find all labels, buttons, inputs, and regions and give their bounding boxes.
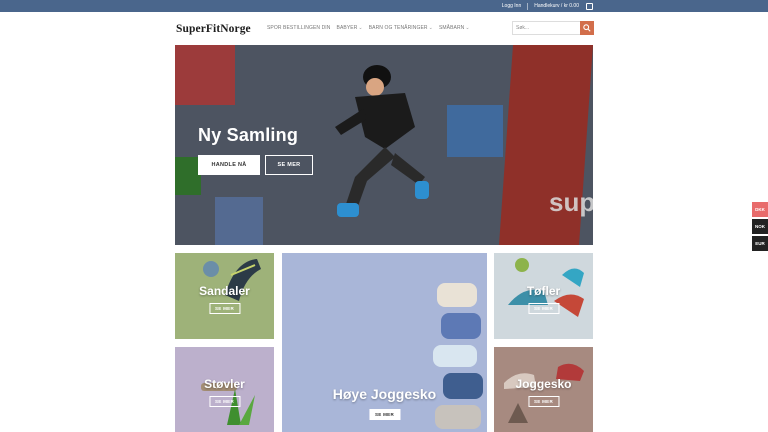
shoe-stack-image (433, 283, 483, 429)
decor-shape (175, 45, 235, 105)
tile-title: Joggesko (515, 377, 572, 391)
nav-label: BARN OG TENÅRINGER (368, 25, 428, 31)
decor-shape (447, 105, 503, 157)
category-tile-hoye-joggesko[interactable]: Høye Joggesko SE MER (282, 253, 487, 432)
see-more-button[interactable]: SE MER (265, 155, 313, 175)
tile-title: Høye Joggesko (332, 386, 437, 402)
currency-dkk[interactable]: DKK (752, 202, 768, 217)
hero-title: Ny Samling (198, 125, 299, 145)
search-button[interactable] (580, 21, 594, 35)
category-tile-sandaler[interactable]: Sandaler SE MER (175, 253, 274, 339)
nav-item-babies[interactable]: BABYER ⌄ (337, 25, 363, 31)
nav-item-toddlers[interactable]: SMÅBARN ⌄ (439, 25, 470, 31)
chevron-down-icon: ⌄ (428, 25, 433, 31)
tile-title: Sandaler (199, 284, 250, 298)
nav-label: SPOR BESTILLINGEN DIN (267, 25, 331, 31)
header: SuperFitNorge SPOR BESTILLINGEN DIN BABY… (175, 12, 594, 46)
category-tile-joggesko[interactable]: Joggesko SE MER (494, 347, 593, 432)
top-bar: Logg Inn Handlekurv / kr 0.00 (0, 0, 768, 12)
tile-title: Støvler (204, 377, 245, 391)
search-placeholder: Søk... (516, 25, 530, 31)
hero-kid-image (335, 65, 429, 217)
nav-label: BABYER (336, 25, 358, 31)
decor-shape (215, 197, 263, 245)
divider (527, 2, 529, 10)
currency-eur[interactable]: EUR (752, 236, 768, 251)
search-input[interactable]: Søk... (512, 21, 581, 35)
main-nav: SPOR BESTILLINGEN DIN BABYER ⌄ BARN OG TE… (267, 25, 470, 31)
see-more-button[interactable]: SE MER (208, 396, 241, 407)
sneaker-image (504, 363, 584, 423)
hero-banner: sup Ny Samling HANDLE NÅ SE MER (175, 45, 593, 245)
chevron-down-icon: ⌄ (465, 25, 470, 31)
nav-item-track-order[interactable]: SPOR BESTILLINGEN DIN (267, 25, 331, 31)
category-tile-stovler[interactable]: Støvler SE MER (175, 347, 274, 432)
category-tile-tofler[interactable]: Tøfler SE MER (494, 253, 593, 339)
chevron-down-icon: ⌄ (358, 25, 363, 31)
login-link[interactable]: Logg Inn (502, 3, 521, 9)
boot-image (201, 383, 255, 425)
see-more-button[interactable]: SE MER (527, 396, 560, 407)
tile-title: Tøfler (526, 284, 561, 298)
see-more-button[interactable]: SE MER (368, 409, 401, 420)
currency-nok[interactable]: NOK (752, 219, 768, 234)
brand-watermark: sup (549, 187, 593, 217)
site-logo[interactable]: SuperFitNorge (176, 23, 251, 35)
cart-icon[interactable] (586, 2, 593, 10)
see-more-button[interactable]: SE MER (208, 303, 241, 314)
see-more-button[interactable]: SE MER (527, 303, 560, 314)
nav-label: SMÅBARN (438, 25, 465, 31)
nav-item-kids-teens[interactable]: BARN OG TENÅRINGER ⌄ (369, 25, 433, 31)
shop-now-button[interactable]: HANDLE NÅ (198, 155, 260, 175)
top-links: Logg Inn Handlekurv / kr 0.00 (502, 0, 593, 12)
search-icon (583, 24, 591, 32)
cart-link[interactable]: Handlekurv / kr 0.00 (534, 3, 579, 9)
